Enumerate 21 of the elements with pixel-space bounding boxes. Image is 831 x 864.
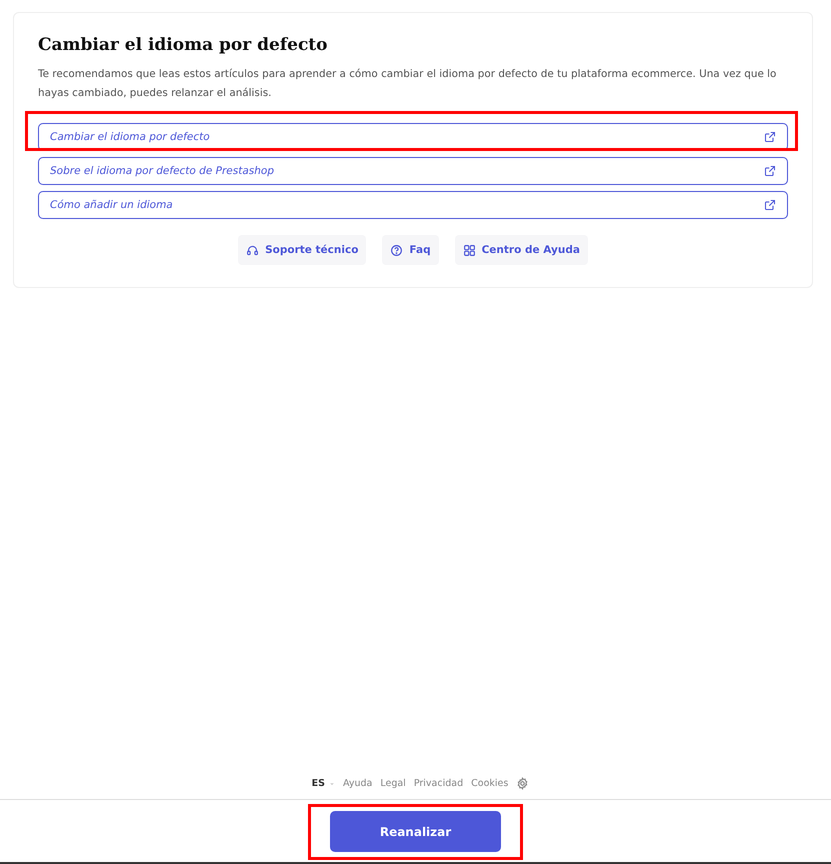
headset-icon bbox=[246, 244, 260, 257]
description: Te recomendamos que leas estos artículos para aprender a cómo cambiar el idioma por defecto de tu plataforma ecommerce. Una vez que lo hayas cambiado, puedes relanzar el análisis. bbox=[38, 67, 778, 102]
language-selector[interactable]: ES bbox=[312, 776, 335, 791]
external-link-icon bbox=[764, 165, 776, 178]
footer-link[interactable]: Cookies bbox=[471, 776, 508, 791]
footer-link[interactable]: Ayuda bbox=[343, 776, 372, 791]
help-button[interactable]: Soporte técnico bbox=[238, 235, 366, 266]
article-link[interactable]: Sobre el idioma por defecto de Prestashop bbox=[38, 157, 788, 186]
question-icon bbox=[390, 244, 404, 257]
help-button[interactable]: Faq bbox=[382, 235, 439, 266]
article-link[interactable]: Cómo añadir un idioma bbox=[38, 191, 788, 220]
help-button[interactable]: Centro de Ayuda bbox=[454, 235, 588, 266]
grid-icon bbox=[462, 244, 476, 257]
reanalyze-button[interactable]: Reanalizar bbox=[330, 811, 501, 852]
external-link-icon bbox=[764, 131, 776, 144]
card-title: Cambiar el idioma por defecto bbox=[38, 35, 328, 56]
external-link-icon bbox=[764, 199, 776, 212]
caret-icon bbox=[329, 780, 335, 787]
footer-link[interactable]: Privacidad bbox=[414, 776, 464, 791]
footer-link[interactable]: Legal bbox=[380, 776, 406, 791]
settings-icon bbox=[516, 777, 530, 790]
